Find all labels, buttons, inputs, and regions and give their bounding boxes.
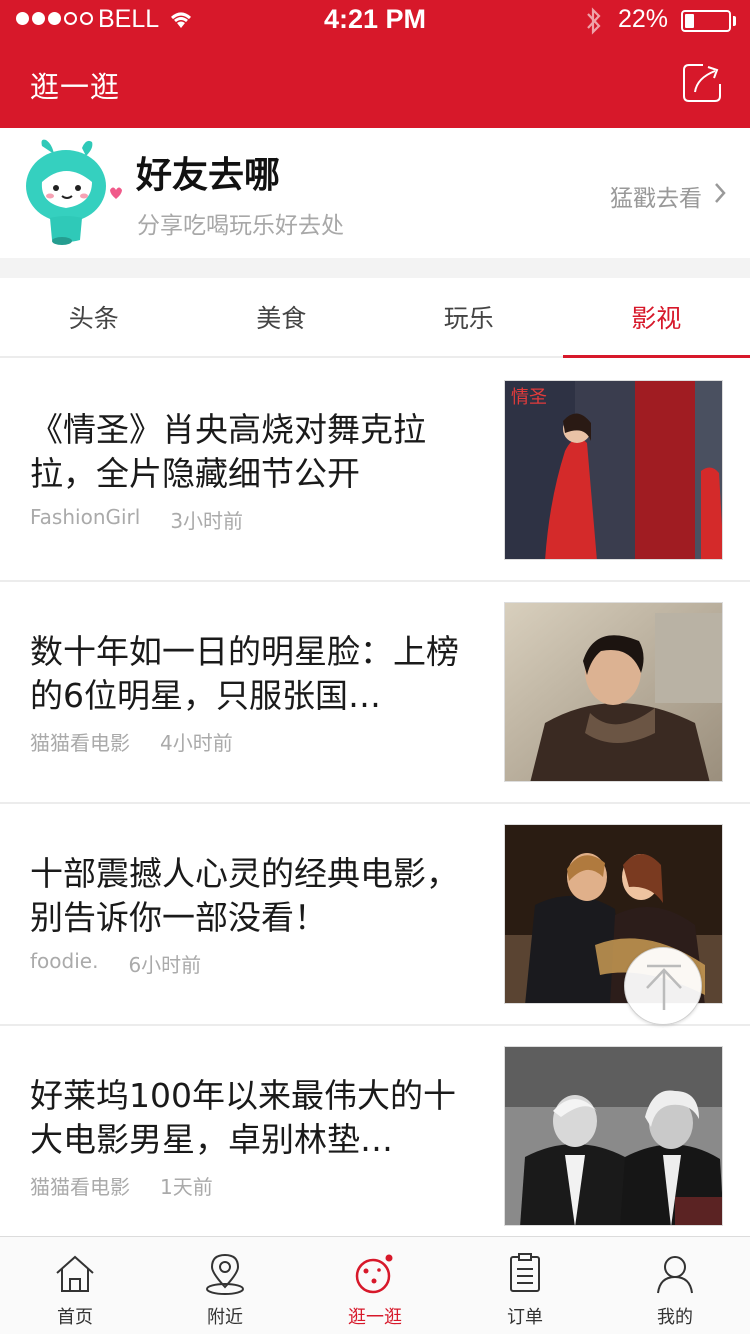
share-icon[interactable] — [681, 62, 723, 104]
home-icon — [56, 1255, 94, 1292]
bottom-tab-bar: 首页 附近 逛一逛 订单 我的 — [0, 1236, 750, 1334]
tabbar-label: 附近 — [207, 1307, 243, 1328]
banner-link-label: 猛戳去看 — [610, 186, 702, 212]
tabbar-label: 订单 — [507, 1307, 543, 1328]
tab-movies[interactable]: 影视 — [562, 278, 750, 358]
article-time: 4小时前 — [160, 731, 233, 755]
article-source: 猫猫看电影 — [30, 1175, 130, 1199]
mascot-avatar — [22, 138, 126, 246]
tabbar-label: 首页 — [57, 1307, 93, 1328]
article-thumbnail — [504, 602, 723, 782]
article-time: 1天前 — [160, 1175, 213, 1199]
chevron-right-icon — [714, 182, 726, 210]
tabbar-orders[interactable]: 订单 — [450, 1237, 600, 1334]
planet-icon — [355, 1254, 393, 1294]
article-source: 猫猫看电影 — [30, 731, 130, 755]
article-time: 3小时前 — [170, 509, 244, 533]
article-meta: 猫猫看电影 4小时前 — [30, 727, 233, 756]
location-pin-icon — [206, 1253, 244, 1295]
article-thumbnail: 情圣 — [504, 380, 723, 560]
article-meta: foodie. 6小时前 — [30, 949, 201, 978]
article-meta: FashionGirl 3小时前 — [30, 505, 243, 534]
tab-food[interactable]: 美食 — [188, 278, 376, 356]
article-item[interactable]: 数十年如一日的明星脸：上榜的6位明星，只服张国… 猫猫看电影 4小时前 — [0, 582, 750, 804]
article-title: 好莱坞100年以来最伟大的十大电影男星，卓别林垫… — [30, 1076, 456, 1159]
category-tabs: 头条 美食 玩乐 影视 — [0, 278, 750, 358]
article-title: 十部震撼人心灵的经典电影，别告诉你一部没看！ — [30, 854, 459, 937]
page-title: 逛一逛 — [30, 70, 121, 104]
tab-headlines[interactable]: 头条 — [0, 278, 188, 356]
article-item[interactable]: 《情圣》肖央高烧对舞克拉拉，全片隐藏细节公开 FashionGirl 3小时前 … — [0, 360, 750, 582]
tabbar-nearby[interactable]: 附近 — [150, 1237, 300, 1334]
tabbar-label: 我的 — [657, 1307, 693, 1328]
section-divider — [0, 258, 750, 278]
top-header: BELL 4:21 PM 22% 逛一逛 — [0, 0, 750, 128]
banner-title: 好友去哪 — [136, 155, 281, 196]
article-meta: 猫猫看电影 1天前 — [30, 1171, 213, 1200]
article-title: 《情圣》肖央高烧对舞克拉拉，全片隐藏细节公开 — [30, 410, 426, 493]
thumbnail-title-text: 情圣 — [511, 387, 547, 408]
article-title: 数十年如一日的明星脸：上榜的6位明星，只服张国… — [30, 632, 459, 715]
battery-percent: 22% — [618, 5, 669, 33]
order-list-icon — [510, 1253, 540, 1292]
status-bar: BELL 4:21 PM 22% — [0, 0, 750, 40]
friends-banner[interactable]: 好友去哪 分享吃喝玩乐好去处 猛戳去看 — [0, 128, 750, 258]
battery-tip — [733, 16, 736, 26]
tabbar-label: 逛一逛 — [348, 1307, 402, 1328]
article-source: foodie. — [30, 949, 99, 973]
tabbar-explore[interactable]: 逛一逛 — [300, 1237, 450, 1334]
article-time: 6小时前 — [128, 953, 202, 977]
battery-icon — [681, 10, 731, 32]
tab-entertainment[interactable]: 玩乐 — [375, 278, 563, 356]
banner-subtitle: 分享吃喝玩乐好去处 — [137, 213, 344, 239]
arrow-up-icon — [646, 964, 682, 1010]
back-to-top-button[interactable] — [624, 947, 702, 1025]
tabbar-home[interactable]: 首页 — [0, 1237, 150, 1334]
user-icon — [657, 1256, 693, 1294]
banner-link[interactable]: 猛戳去看 — [610, 179, 726, 213]
article-source: FashionGirl — [30, 505, 141, 529]
article-thumbnail — [504, 1046, 723, 1226]
bluetooth-icon — [584, 6, 604, 42]
article-item[interactable]: 好莱坞100年以来最伟大的十大电影男星，卓别林垫… 猫猫看电影 1天前 — [0, 1026, 750, 1248]
tabbar-profile[interactable]: 我的 — [600, 1237, 750, 1334]
